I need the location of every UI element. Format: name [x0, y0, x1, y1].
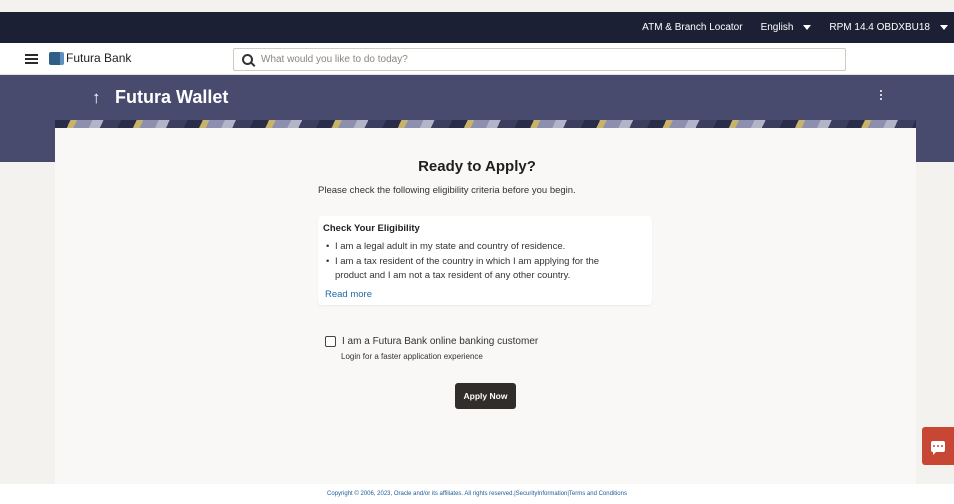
apply-now-button[interactable]: Apply Now — [455, 383, 516, 409]
more-options-icon[interactable] — [880, 90, 882, 100]
search-bar[interactable] — [233, 48, 846, 71]
top-bar: ATM & Branch Locator English RPM 14.4 OB… — [0, 12, 954, 43]
user-name: RPM 14.4 OBDXBU18 — [829, 22, 930, 33]
eligibility-card-title: Check Your Eligibility — [323, 223, 420, 234]
online-banking-customer-option[interactable]: I am a Futura Bank online banking custom… — [325, 336, 538, 347]
read-more-link[interactable]: Read more — [325, 289, 372, 300]
page-title: Futura Wallet — [115, 87, 229, 107]
hamburger-menu-icon[interactable] — [25, 54, 38, 64]
back-arrow-icon[interactable]: ↑ — [92, 88, 101, 108]
search-input[interactable] — [261, 54, 821, 65]
language-dropdown[interactable]: English — [761, 22, 812, 33]
chevron-down-icon — [940, 25, 948, 30]
chat-button[interactable] — [922, 427, 954, 465]
header: Futura Bank — [0, 43, 954, 75]
checkbox-helper-text: Login for a faster application experienc… — [341, 352, 483, 361]
banner-pattern — [55, 120, 916, 128]
checkbox-label: I am a Futura Bank online banking custom… — [342, 336, 539, 347]
footer: Copyright © 2006, 2023, Oracle and/or it… — [0, 484, 954, 504]
bank-logo[interactable]: Futura Bank — [49, 51, 131, 65]
online-banking-customer-checkbox[interactable] — [325, 336, 336, 347]
search-icon — [242, 54, 253, 65]
language-label: English — [760, 22, 794, 33]
content-panel — [55, 128, 916, 484]
bank-name: Futura Bank — [66, 51, 132, 65]
bullet-icon: • — [326, 241, 330, 252]
user-menu[interactable]: RPM 14.4 OBDXBU18 — [829, 22, 948, 33]
ready-to-apply-heading: Ready to Apply? — [418, 158, 536, 175]
chevron-down-icon — [803, 25, 812, 30]
eligibility-card: Check Your Eligibility • I am a legal ad… — [318, 216, 652, 305]
eligibility-item-text: I am a legal adult in my state and count… — [335, 241, 566, 252]
atm-branch-locator-link[interactable]: ATM & Branch Locator — [642, 22, 742, 33]
eligibility-item: • I am a tax resident of the country in … — [326, 255, 600, 283]
bank-logo-icon — [49, 51, 64, 65]
eligibility-item-text: product and I am not a tax resident of a… — [335, 270, 571, 281]
eligibility-intro-text: Please check the following eligibility c… — [318, 185, 576, 196]
footer-copyright[interactable]: Copyright © 2006, 2023, Oracle and/or it… — [327, 491, 627, 497]
eligibility-item: • I am a legal adult in my state and cou… — [326, 240, 566, 254]
chat-icon — [931, 440, 945, 455]
eligibility-item-text: I am a tax resident of the country in wh… — [335, 256, 600, 267]
bullet-icon: • — [326, 256, 330, 267]
top-bar-items: ATM & Branch Locator English RPM 14.4 OB… — [642, 12, 948, 43]
